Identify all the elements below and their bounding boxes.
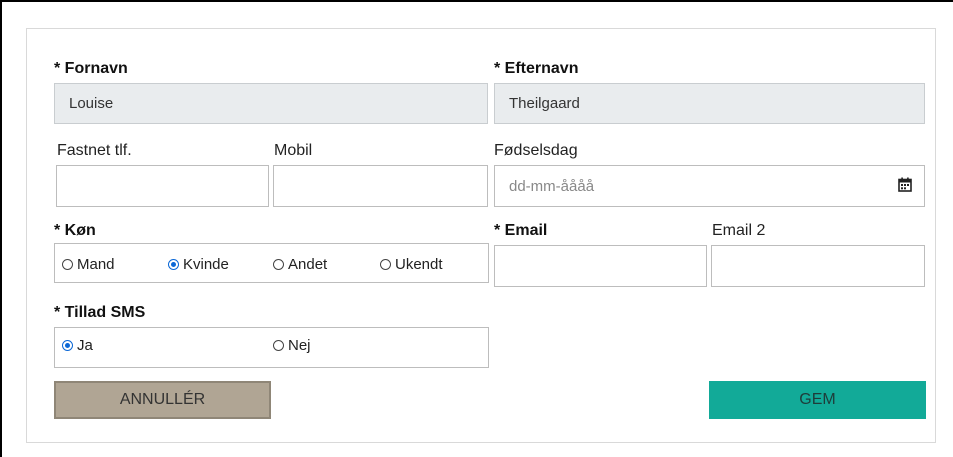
- kon-option-label: Mand: [77, 256, 115, 273]
- efternavn-label: * Efternavn: [494, 60, 579, 77]
- kon-option-ukendt[interactable]: Ukendt: [380, 256, 443, 273]
- sms-option-ja[interactable]: Ja: [62, 337, 93, 354]
- radio-selected-icon: [62, 340, 73, 351]
- kon-option-label: Ukendt: [395, 256, 443, 273]
- email2-field[interactable]: [711, 245, 925, 287]
- fornavn-value: Louise: [69, 95, 114, 112]
- fastnet-field[interactable]: [56, 165, 269, 207]
- kon-option-label: Andet: [288, 256, 328, 273]
- fodselsdag-field[interactable]: dd-mm-åååå: [494, 165, 925, 207]
- kon-radio-group: Mand Kvinde Andet Ukendt: [54, 243, 489, 283]
- sms-option-label: Nej: [288, 337, 311, 354]
- email-field[interactable]: [494, 245, 707, 287]
- window-border-top: [0, 0, 953, 2]
- email2-label: Email 2: [712, 222, 766, 239]
- calendar-icon[interactable]: [898, 177, 912, 192]
- kon-label: * Køn: [54, 222, 96, 239]
- sms-option-label: Ja: [77, 337, 93, 354]
- mobil-label: Mobil: [274, 142, 313, 159]
- sms-option-nej[interactable]: Nej: [273, 337, 311, 354]
- window-border-left: [0, 0, 2, 457]
- radio-unselected-icon: [380, 259, 391, 270]
- fornavn-label: * Fornavn: [54, 60, 128, 77]
- fodselsdag-placeholder: dd-mm-åååå: [509, 177, 595, 195]
- kon-option-kvinde[interactable]: Kvinde: [168, 256, 229, 273]
- fornavn-field[interactable]: Louise: [54, 83, 488, 124]
- kon-option-label: Kvinde: [183, 256, 229, 273]
- fodselsdag-label: Fødselsdag: [494, 142, 578, 159]
- kon-option-mand[interactable]: Mand: [62, 256, 115, 273]
- fastnet-label: Fastnet tlf.: [57, 142, 132, 159]
- radio-unselected-icon: [273, 259, 284, 270]
- efternavn-value: Theilgaard: [509, 95, 580, 112]
- kon-option-andet[interactable]: Andet: [273, 256, 327, 273]
- email-label: * Email: [494, 222, 548, 239]
- cancel-button[interactable]: ANNULLÉR: [54, 381, 271, 419]
- contact-form: * Fornavn Louise * Efternavn Theilgaard …: [26, 28, 936, 443]
- mobil-field[interactable]: [273, 165, 488, 207]
- save-button[interactable]: GEM: [709, 381, 926, 419]
- radio-selected-icon: [168, 259, 179, 270]
- sms-label: * Tillad SMS: [54, 304, 146, 321]
- sms-radio-group: Ja Nej: [54, 327, 489, 368]
- radio-unselected-icon: [62, 259, 73, 270]
- efternavn-field[interactable]: Theilgaard: [494, 83, 925, 124]
- radio-unselected-icon: [273, 340, 284, 351]
